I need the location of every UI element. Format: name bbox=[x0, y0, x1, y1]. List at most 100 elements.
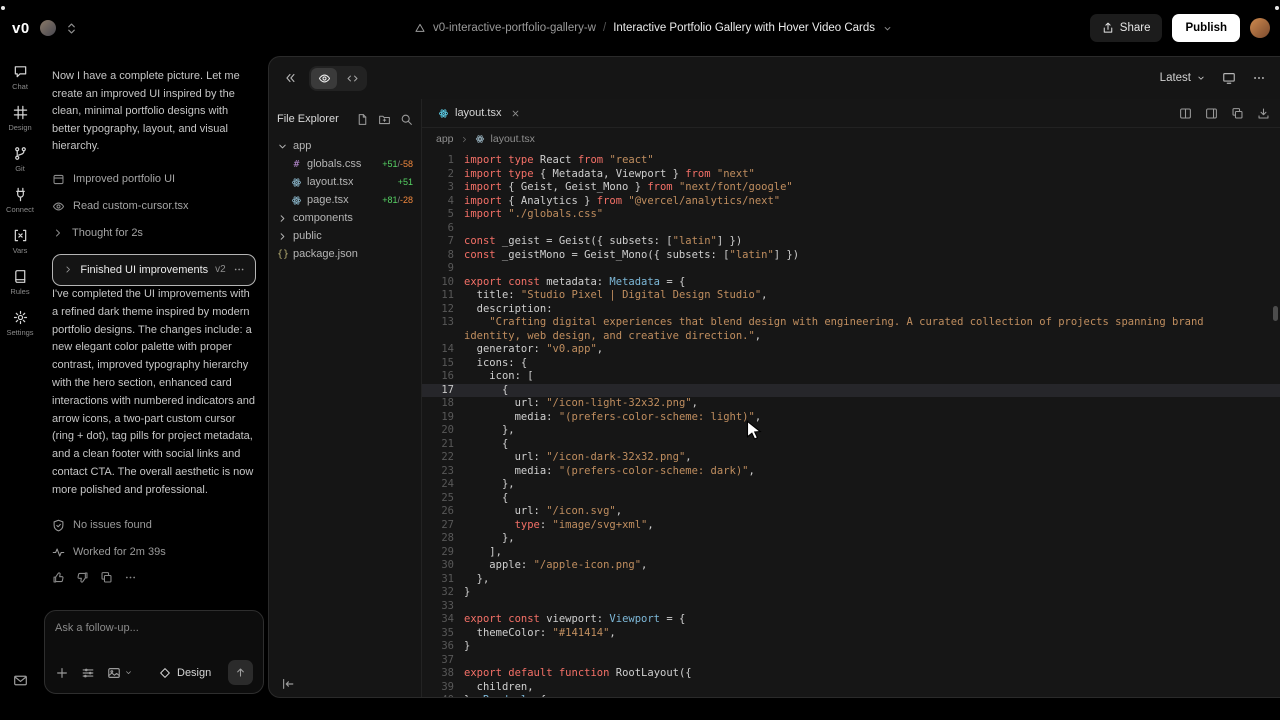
code-line-16[interactable]: 16 icon: [ bbox=[422, 370, 1280, 384]
code-line-7[interactable]: 7const _geist = Geist({ subsets: ["latin… bbox=[422, 235, 1280, 249]
scrollbar-thumb[interactable] bbox=[1273, 306, 1278, 321]
code-line-33[interactable]: 33 bbox=[422, 600, 1280, 614]
code-line-19[interactable]: 19 media: "(prefers-color-scheme: light)… bbox=[422, 411, 1280, 425]
code-line-40[interactable]: 40}: Readonly<{ bbox=[422, 694, 1280, 697]
panel-right-icon[interactable] bbox=[1205, 107, 1218, 120]
code-line-21[interactable]: 21 { bbox=[422, 438, 1280, 452]
collapse-sidebar-icon[interactable] bbox=[281, 677, 295, 691]
code-area[interactable]: 1import type React from "react"2import t… bbox=[422, 150, 1280, 697]
v0-logo[interactable]: v0 bbox=[12, 20, 30, 37]
code-line-2[interactable]: 2import type { Metadata, Viewport } from… bbox=[422, 168, 1280, 182]
code-line-29[interactable]: 29 ], bbox=[422, 546, 1280, 560]
switcher-chevrons-icon[interactable] bbox=[66, 22, 77, 35]
breadcrumb-project[interactable]: v0-interactive-portfolio-gallery-w bbox=[433, 22, 596, 34]
publish-button[interactable]: Publish bbox=[1172, 14, 1240, 42]
code-line-12[interactable]: 12 description: bbox=[422, 303, 1280, 317]
close-tab-icon[interactable] bbox=[510, 108, 521, 119]
code-line-28[interactable]: 28 }, bbox=[422, 532, 1280, 546]
code-line-30[interactable]: 30 apple: "/apple-icon.png", bbox=[422, 559, 1280, 573]
copy-file-icon[interactable] bbox=[1231, 107, 1244, 120]
search-icon[interactable] bbox=[400, 113, 413, 126]
followup-input[interactable]: Ask a follow-up... bbox=[55, 622, 253, 634]
user-avatar[interactable] bbox=[1250, 18, 1270, 38]
code-line-39[interactable]: 39 children, bbox=[422, 681, 1280, 695]
code-line-10[interactable]: 10export const metadata: Metadata = { bbox=[422, 276, 1280, 290]
file-tree-item-page.tsx[interactable]: page.tsx+81/-28 bbox=[277, 191, 413, 209]
thumbs-up-icon[interactable] bbox=[52, 571, 65, 584]
preview-toggle[interactable] bbox=[311, 68, 337, 89]
code-line-15[interactable]: 15 icons: { bbox=[422, 357, 1280, 371]
version-selector[interactable]: Latest bbox=[1160, 72, 1206, 84]
more-options-icon[interactable] bbox=[233, 263, 245, 276]
rail-item-rules[interactable]: Rules bbox=[0, 269, 40, 310]
feedback-mail-button[interactable] bbox=[13, 673, 28, 698]
code-line-20[interactable]: 20 }, bbox=[422, 424, 1280, 438]
code-line-31[interactable]: 31 }, bbox=[422, 573, 1280, 587]
code-line-24[interactable]: 24 }, bbox=[422, 478, 1280, 492]
new-folder-icon[interactable] bbox=[378, 113, 391, 126]
rail-item-chat[interactable]: Chat bbox=[0, 64, 40, 105]
sliders-icon[interactable] bbox=[81, 666, 95, 680]
file-tree-item-components[interactable]: components bbox=[277, 209, 413, 227]
code-line-38[interactable]: 38export default function RootLayout({ bbox=[422, 667, 1280, 681]
code-line-27[interactable]: 27 type: "image/svg+xml", bbox=[422, 519, 1280, 533]
send-button[interactable] bbox=[228, 660, 253, 685]
download-icon[interactable] bbox=[1257, 107, 1270, 120]
code-line-36[interactable]: 36} bbox=[422, 640, 1280, 654]
workspace-avatar[interactable] bbox=[40, 20, 56, 36]
rail-item-git[interactable]: Git bbox=[0, 146, 40, 187]
file-tree-item-public[interactable]: public bbox=[277, 227, 413, 245]
code-line-11[interactable]: 11 title: "Studio Pixel | Digital Design… bbox=[422, 289, 1280, 303]
chat-item-read-file[interactable]: Read custom-cursor.tsx bbox=[52, 193, 256, 220]
chat-item-improved-portfolio-ui[interactable]: Improved portfolio UI bbox=[52, 166, 256, 193]
tab-layout-tsx[interactable]: layout.tsx bbox=[432, 99, 527, 127]
new-file-icon[interactable] bbox=[356, 113, 369, 126]
more-options-icon[interactable] bbox=[124, 571, 137, 584]
chevron-down-icon[interactable] bbox=[882, 23, 893, 34]
code-line-13[interactable]: 13 "Crafting digital experiences that bl… bbox=[422, 316, 1280, 343]
code-line-37[interactable]: 37 bbox=[422, 654, 1280, 668]
status-worked-duration[interactable]: Worked for 2m 39s bbox=[52, 539, 256, 566]
code-line-22[interactable]: 22 url: "/icon-dark-32x32.png", bbox=[422, 451, 1280, 465]
code-toggle[interactable] bbox=[339, 68, 365, 89]
device-preview-icon[interactable] bbox=[1222, 71, 1236, 85]
code-line-4[interactable]: 4import { Analytics } from "@vercel/anal… bbox=[422, 195, 1280, 209]
file-tree-item-globals.css[interactable]: #globals.css+51/-58 bbox=[277, 155, 413, 173]
media-picker[interactable] bbox=[107, 666, 133, 680]
code-line-6[interactable]: 6 bbox=[422, 222, 1280, 236]
chat-item-thought[interactable]: Thought for 2s bbox=[52, 220, 256, 247]
rail-item-settings[interactable]: Settings bbox=[0, 310, 40, 351]
code-line-17[interactable]: 17 { bbox=[422, 384, 1280, 398]
share-button[interactable]: Share bbox=[1090, 14, 1163, 42]
code-line-9[interactable]: 9 bbox=[422, 262, 1280, 276]
code-line-5[interactable]: 5import "./globals.css" bbox=[422, 208, 1280, 222]
more-options-icon[interactable] bbox=[1252, 71, 1266, 85]
thumbs-down-icon[interactable] bbox=[76, 571, 89, 584]
collapse-chat-icon[interactable] bbox=[283, 71, 297, 85]
code-line-3[interactable]: 3import { Geist, Geist_Mono } from "next… bbox=[422, 181, 1280, 195]
code-line-26[interactable]: 26 url: "/icon.svg", bbox=[422, 505, 1280, 519]
code-line-25[interactable]: 25 { bbox=[422, 492, 1280, 506]
version-card-finished-ui-improvements[interactable]: Finished UI improvements v2 bbox=[52, 254, 256, 286]
rail-item-vars[interactable]: Vars bbox=[0, 228, 40, 269]
breadcrumb-file[interactable]: layout.tsx bbox=[491, 133, 535, 145]
breadcrumb-chat-title[interactable]: Interactive Portfolio Gallery with Hover… bbox=[613, 22, 875, 34]
file-tree-item-layout.tsx[interactable]: layout.tsx+51 bbox=[277, 173, 413, 191]
breadcrumb-root[interactable]: app bbox=[436, 133, 454, 145]
design-mode-toggle[interactable]: Design bbox=[159, 667, 211, 679]
code-line-8[interactable]: 8const _geistMono = Geist_Mono({ subsets… bbox=[422, 249, 1280, 263]
rail-item-design[interactable]: Design bbox=[0, 105, 40, 146]
code-line-14[interactable]: 14 generator: "v0.app", bbox=[422, 343, 1280, 357]
code-line-32[interactable]: 32} bbox=[422, 586, 1280, 600]
add-attachment-icon[interactable] bbox=[55, 666, 69, 680]
code-line-34[interactable]: 34export const viewport: Viewport = { bbox=[422, 613, 1280, 627]
file-tree-item-app[interactable]: app bbox=[277, 137, 413, 155]
copy-icon[interactable] bbox=[100, 571, 113, 584]
followup-composer[interactable]: Ask a follow-up... Design bbox=[44, 610, 264, 694]
status-no-issues[interactable]: No issues found bbox=[52, 512, 256, 539]
code-line-1[interactable]: 1import type React from "react" bbox=[422, 154, 1280, 168]
split-view-icon[interactable] bbox=[1179, 107, 1192, 120]
code-line-35[interactable]: 35 themeColor: "#141414", bbox=[422, 627, 1280, 641]
file-tree-item-package.json[interactable]: {}package.json bbox=[277, 245, 413, 263]
code-line-18[interactable]: 18 url: "/icon-light-32x32.png", bbox=[422, 397, 1280, 411]
